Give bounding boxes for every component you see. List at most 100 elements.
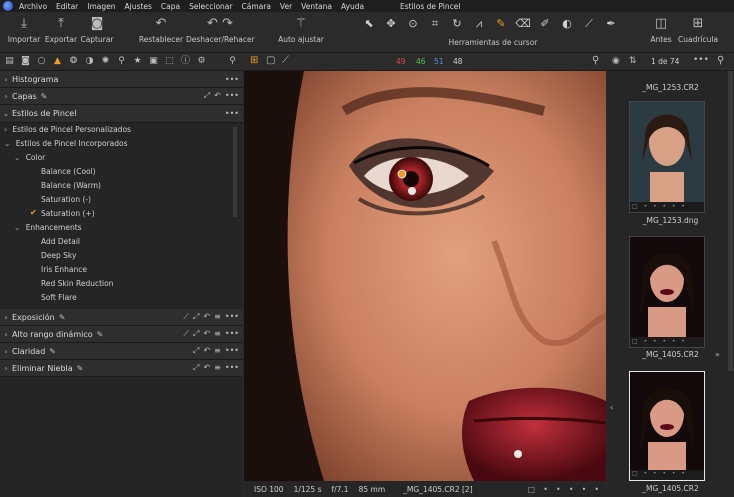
menu-editar[interactable]: Editar [56,2,78,11]
loupe-tool-icon[interactable]: ⊙ [402,16,424,32]
keystone-tool-icon[interactable]: ⩘ [468,16,490,32]
custom-styles-group[interactable]: › Estilos de Pincel Personalizados [4,125,131,134]
list-icon[interactable]: ≡ [214,346,221,356]
browser-scrollbar[interactable] [728,71,733,371]
menu-ver[interactable]: Ver [280,2,292,11]
style-item[interactable]: Iris Enhance [41,265,87,274]
crop-tool-icon[interactable]: ⌗ [424,16,446,32]
color-group[interactable]: ⌄ Color [14,153,45,162]
exposure-tab-icon[interactable]: ◑ [83,55,96,68]
eraser-tool-icon[interactable]: ⌫ [512,16,534,32]
chevron-left-icon[interactable]: ‹ [610,403,613,412]
styles-tab-icon[interactable]: ▲ [51,55,64,68]
list-icon[interactable]: ≡ [214,312,221,322]
more-icon[interactable]: ••• [225,346,239,356]
eyedropper-tool-icon[interactable]: ✒ [600,16,622,32]
capture-button[interactable]: ◙ Capturar [80,16,114,44]
more-icon[interactable]: ••• [225,312,239,322]
chevron-right-icon[interactable]: » [715,350,720,359]
reset-button[interactable]: ↶ Restablecer [138,16,184,44]
menu-camara[interactable]: Cámara [242,2,271,11]
style-item[interactable]: Balance (Cool) [41,167,96,176]
reset-icon[interactable]: ↶ [203,363,210,373]
style-item[interactable]: Balance (Warm) [41,181,101,190]
grid-view-icon[interactable]: ⊞ [250,55,258,66]
style-item[interactable]: Soft Flare [41,293,77,302]
output-tab-icon[interactable]: ▣ [147,55,160,68]
layers-section[interactable]: › Capas ✎ ⤢ ↶ ••• [0,88,243,105]
search-icon[interactable]: ⚲ [717,55,724,66]
more-icon[interactable]: ••• [225,91,239,101]
thumbnail[interactable]: □ • • • • • [629,101,705,213]
reset-icon[interactable]: ↶ [203,312,210,322]
detail-tab-icon[interactable]: ✺ [99,55,112,68]
style-item-selected[interactable]: Saturation (+) [41,209,95,218]
export-button[interactable]: ⤒ Exportar [44,16,78,44]
hdr-section[interactable]: › Alto rango dinámico ✎ ⟋ ⤢ ↶ ≡ ••• [0,326,243,343]
more-icon[interactable]: ••• [225,109,239,118]
rating-dots[interactable]: □ • • • • • [632,470,687,477]
reset-icon[interactable]: ↶ [203,329,210,339]
more-icon[interactable]: ••• [225,363,239,373]
loupe-tab-icon[interactable]: ⚲ [115,55,128,68]
style-item[interactable]: Saturation (-) [41,195,91,204]
reset-icon[interactable]: ↶ [214,91,221,101]
undo-redo-button[interactable]: ↶ ↷ Deshacer/Rehacer [186,16,255,44]
histogram-section[interactable]: › Histograma ••• [0,71,243,88]
menu-ventana[interactable]: Ventana [301,2,332,11]
resize-icon[interactable]: ⤢ [193,363,199,373]
more-icon[interactable]: ••• [693,55,709,65]
reset-icon[interactable]: ↶ [203,346,210,356]
settings-tab-icon[interactable]: ⚙ [195,55,208,68]
thumbnail-selected[interactable]: □ • • • • • [629,371,705,481]
resize-icon[interactable]: ⤢ [193,346,199,356]
list-icon[interactable]: ≡ [214,363,221,373]
style-item[interactable]: Red Skin Reduction [41,279,113,288]
resize-icon[interactable]: ⤢ [204,91,210,101]
enhancements-group[interactable]: ⌄ Enhancements [14,223,82,232]
pointer-tool-icon[interactable]: ⬉ [358,16,380,32]
clarity-section[interactable]: › Claridad ✎ ⤢ ↶ ≡ ••• [0,343,243,360]
batch-tab-icon[interactable]: ⬚ [163,55,176,68]
lens-tab-icon[interactable]: ○ [35,55,48,68]
styles-scrollbar[interactable] [233,127,237,217]
brush-small-icon[interactable]: ⟋ [183,329,189,339]
resize-icon[interactable]: ⤢ [193,329,199,339]
menu-imagen[interactable]: Imagen [87,2,115,11]
menu-capa[interactable]: Capa [161,2,180,11]
brush-styles-section[interactable]: ⌄ Estilos de Pincel ••• [0,105,243,123]
style-item[interactable]: Add Detail [41,237,80,246]
color-tab-icon[interactable]: ❂ [67,55,80,68]
rating-dots[interactable]: □ • • • • • [632,203,687,210]
metadata-tab-icon[interactable]: ⓘ [179,55,192,68]
favorites-tab-icon[interactable]: ★ [131,55,144,68]
auto-adjust-button[interactable]: ⚚ Auto ajustar [276,16,326,44]
eye-icon[interactable]: ◉ [612,56,620,66]
picker-tool-icon[interactable]: ⟋ [578,16,600,32]
rotate-tool-icon[interactable]: ↻ [446,16,468,32]
zoom-icon[interactable]: ⚲ [592,55,599,66]
grid-button[interactable]: ⊞ Cuadrícula [678,16,718,44]
single-view-icon[interactable]: ▢ [266,55,275,66]
before-button[interactable]: ◫ Antes [646,16,676,44]
style-item[interactable]: Deep Sky [41,251,76,260]
pan-tool-icon[interactable]: ✥ [380,16,402,32]
dehaze-section[interactable]: › Eliminar Niebla ✎ ⤢ ↶ ≡ ••• [0,360,243,377]
list-icon[interactable]: ≡ [214,329,221,339]
rating-dots[interactable]: □ • • • • • [632,338,687,345]
resize-icon[interactable]: ⤢ [193,312,199,322]
gradient-tool-icon[interactable]: ◐ [556,16,578,32]
builtin-styles-group[interactable]: ⌄ Estilos de Pincel Incorporados [4,139,128,148]
library-tab-icon[interactable]: ▤ [3,55,16,68]
thumbnail[interactable]: □ • • • • • [629,236,705,348]
sort-icon[interactable]: ⇅ [629,56,637,66]
brush-small-icon[interactable]: ⟋ [183,312,189,322]
menu-ajustes[interactable]: Ajustes [125,2,152,11]
picker-icon[interactable]: ⟋ [282,55,289,66]
menu-archivo[interactable]: Archivo [19,2,47,11]
capture-tab-icon[interactable]: ◙ [19,55,32,68]
menu-seleccionar[interactable]: Seleccionar [189,2,232,11]
image-viewer[interactable] [244,71,606,481]
more-icon[interactable]: ••• [225,329,239,339]
import-button[interactable]: ⤓ Importar [6,16,42,44]
